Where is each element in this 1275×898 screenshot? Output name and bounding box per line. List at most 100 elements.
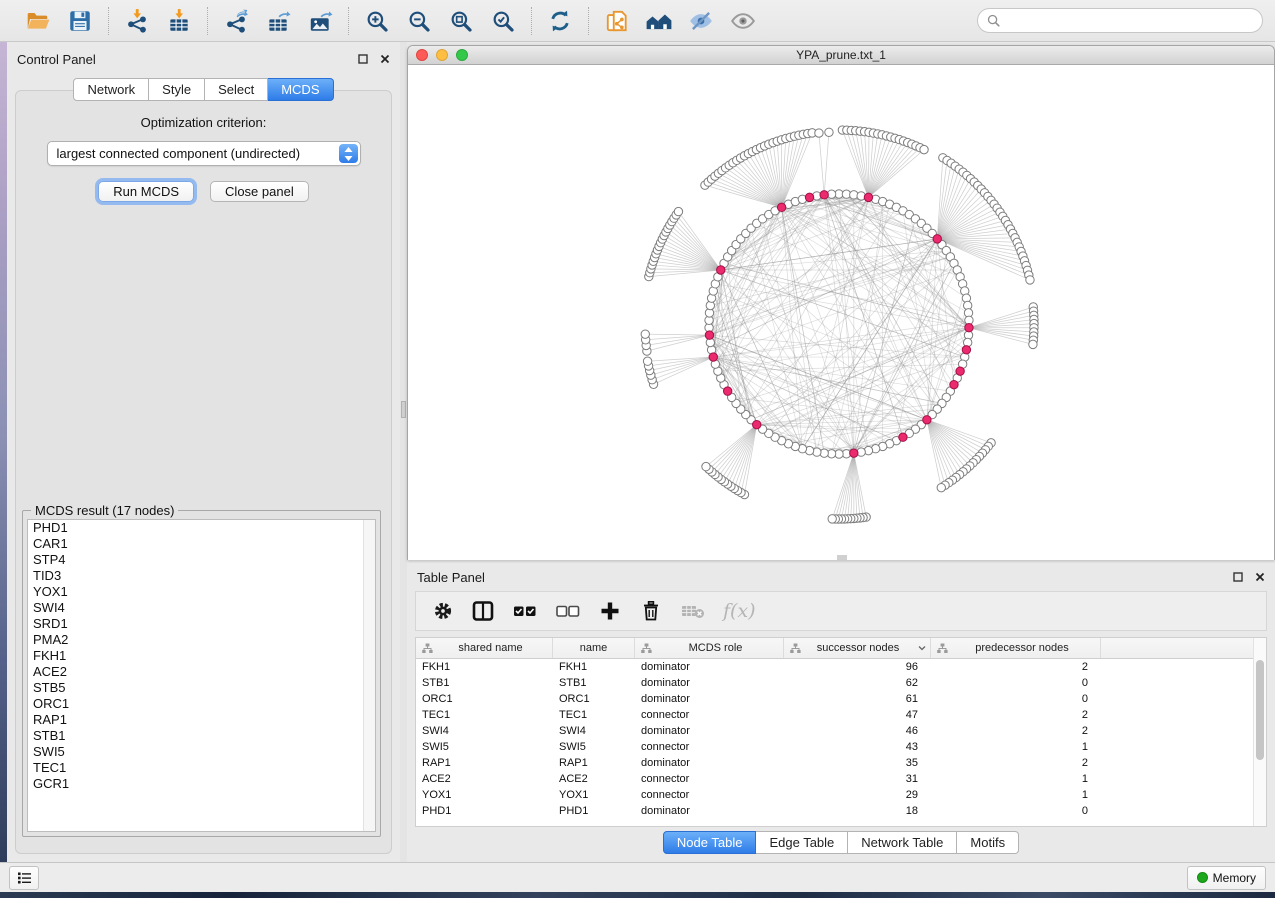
- delete-column-button[interactable]: [639, 599, 663, 623]
- network-node[interactable]: [825, 128, 833, 136]
- mcds-node[interactable]: [717, 266, 725, 274]
- tab-network[interactable]: Network: [73, 78, 149, 101]
- table-cell[interactable]: 62: [784, 677, 931, 689]
- column-header-name[interactable]: name: [553, 638, 635, 658]
- table-cell[interactable]: YOX1: [553, 789, 635, 801]
- import-network-button[interactable]: [123, 7, 151, 35]
- export-image-button[interactable]: [306, 7, 334, 35]
- export-table-button[interactable]: [264, 7, 292, 35]
- table-cell[interactable]: 43: [784, 741, 931, 753]
- table-cell[interactable]: dominator: [635, 805, 784, 817]
- table-cell[interactable]: STB1: [416, 677, 553, 689]
- toggle-columns-button[interactable]: [471, 599, 495, 623]
- table-row[interactable]: SWI5SWI5connector431: [416, 739, 1266, 755]
- table-cell[interactable]: ACE2: [553, 773, 635, 785]
- table-cell[interactable]: SWI4: [416, 725, 553, 737]
- mcds-node[interactable]: [965, 324, 973, 332]
- result-list-item[interactable]: STB1: [28, 728, 375, 744]
- result-list-item[interactable]: STB5: [28, 680, 375, 696]
- network-window-titlebar[interactable]: YPA_prune.txt_1: [408, 46, 1274, 65]
- network-node[interactable]: [828, 515, 836, 523]
- table-cell[interactable]: connector: [635, 789, 784, 801]
- zoom-out-button[interactable]: [405, 7, 433, 35]
- result-list-item[interactable]: SRD1: [28, 616, 375, 632]
- table-cell[interactable]: dominator: [635, 693, 784, 705]
- table-row[interactable]: TEC1TEC1connector472: [416, 707, 1266, 723]
- table-cell[interactable]: SWI5: [553, 741, 635, 753]
- mcds-node[interactable]: [864, 193, 872, 201]
- table-row[interactable]: PHD1PHD1dominator180: [416, 803, 1266, 819]
- table-row[interactable]: ACE2ACE2connector311: [416, 771, 1266, 787]
- memory-button[interactable]: Memory: [1187, 866, 1266, 890]
- table-cell[interactable]: 46: [784, 725, 931, 737]
- mcds-node[interactable]: [723, 387, 731, 395]
- tab-network-table[interactable]: Network Table: [848, 831, 957, 854]
- result-list-item[interactable]: CAR1: [28, 536, 375, 552]
- result-list-item[interactable]: TID3: [28, 568, 375, 584]
- show-all-button[interactable]: [729, 7, 757, 35]
- network-node[interactable]: [702, 462, 710, 470]
- window-minimize-light[interactable]: [436, 49, 448, 61]
- result-list-item[interactable]: PHD1: [28, 520, 375, 536]
- mcds-node[interactable]: [899, 433, 907, 441]
- table-row[interactable]: FKH1FKH1dominator962: [416, 659, 1266, 675]
- tab-node-table[interactable]: Node Table: [663, 831, 757, 854]
- table-cell[interactable]: PHD1: [416, 805, 553, 817]
- close-panel-icon[interactable]: [1255, 572, 1265, 582]
- column-header-MCDS-role[interactable]: MCDS role: [635, 638, 784, 658]
- result-list-item[interactable]: SWI5: [28, 744, 375, 760]
- table-cell[interactable]: FKH1: [553, 661, 635, 673]
- save-session-button[interactable]: [66, 7, 94, 35]
- first-neighbors-button[interactable]: [645, 7, 673, 35]
- mcds-node[interactable]: [933, 235, 941, 243]
- column-header-shared-name[interactable]: shared name: [416, 638, 553, 658]
- mcds-node[interactable]: [950, 380, 958, 388]
- network-canvas[interactable]: [408, 65, 1274, 560]
- mcds-result-list[interactable]: PHD1CAR1STP4TID3YOX1SWI4SRD1PMA2FKH1ACE2…: [27, 519, 376, 832]
- splitter-handle[interactable]: [401, 401, 406, 418]
- mcds-node[interactable]: [805, 193, 813, 201]
- network-node[interactable]: [643, 357, 651, 365]
- network-node[interactable]: [937, 483, 945, 491]
- table-cell[interactable]: 61: [784, 693, 931, 705]
- table-cell[interactable]: ORC1: [416, 693, 553, 705]
- table-cell[interactable]: 35: [784, 757, 931, 769]
- table-cell[interactable]: 1: [931, 741, 1101, 753]
- table-row[interactable]: STB1STB1dominator620: [416, 675, 1266, 691]
- mcds-node[interactable]: [956, 367, 964, 375]
- table-cell[interactable]: 2: [931, 661, 1101, 673]
- result-list-item[interactable]: STP4: [28, 552, 375, 568]
- tab-select[interactable]: Select: [205, 78, 268, 101]
- table-cell[interactable]: SWI4: [553, 725, 635, 737]
- window-zoom-light[interactable]: [456, 49, 468, 61]
- table-cell[interactable]: 31: [784, 773, 931, 785]
- network-node[interactable]: [1029, 340, 1037, 348]
- table-scrollbar-thumb[interactable]: [1256, 660, 1264, 760]
- result-list-item[interactable]: RAP1: [28, 712, 375, 728]
- column-header-predecessor-nodes[interactable]: predecessor nodes: [931, 638, 1101, 658]
- zoom-fit-button[interactable]: [447, 7, 475, 35]
- tab-edge-table[interactable]: Edge Table: [756, 831, 848, 854]
- network-node[interactable]: [1026, 276, 1034, 284]
- table-cell[interactable]: dominator: [635, 677, 784, 689]
- float-panel-icon[interactable]: [1233, 572, 1243, 582]
- table-row[interactable]: YOX1YOX1connector291: [416, 787, 1266, 803]
- network-node[interactable]: [641, 330, 649, 338]
- table-cell[interactable]: 1: [931, 773, 1101, 785]
- table-cell[interactable]: PHD1: [553, 805, 635, 817]
- mcds-node[interactable]: [705, 331, 713, 339]
- table-cell[interactable]: 96: [784, 661, 931, 673]
- table-cell[interactable]: SWI5: [416, 741, 553, 753]
- table-cell[interactable]: 2: [931, 757, 1101, 769]
- select-all-button[interactable]: [512, 599, 538, 623]
- table-cell[interactable]: 2: [931, 725, 1101, 737]
- table-cell[interactable]: 18: [784, 805, 931, 817]
- result-list-item[interactable]: TEC1: [28, 760, 375, 776]
- mcds-node[interactable]: [777, 203, 785, 211]
- result-list-item[interactable]: FKH1: [28, 648, 375, 664]
- add-column-button[interactable]: [598, 599, 622, 623]
- table-cell[interactable]: dominator: [635, 725, 784, 737]
- result-list-item[interactable]: GCR1: [28, 776, 375, 792]
- search-input[interactable]: [977, 8, 1263, 33]
- table-cell[interactable]: 1: [931, 789, 1101, 801]
